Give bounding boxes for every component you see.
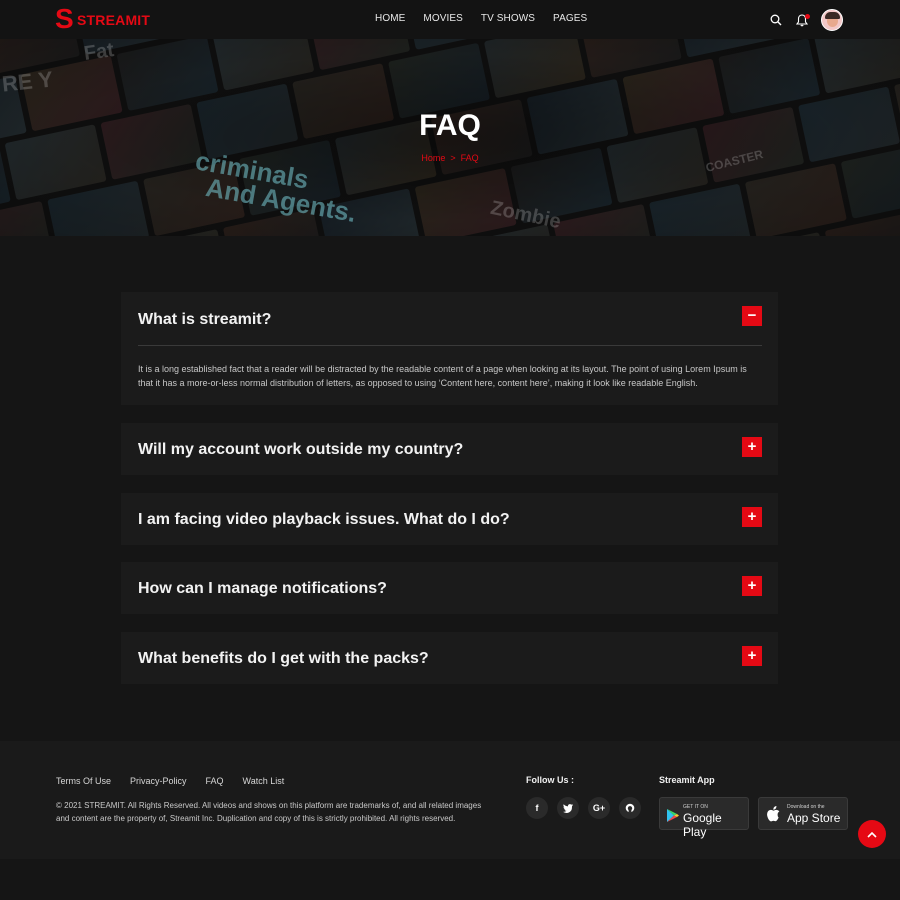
google-play-button[interactable]: GET IT ON Google Play [659,797,749,839]
faq-question[interactable]: I am facing video playback issues. What … [138,511,510,529]
poster-word: Fat [82,39,116,65]
header-actions [769,9,843,31]
expand-icon[interactable]: + [742,576,762,596]
streamit-logo[interactable]: S STREAMIT [55,3,151,34]
nav-tv-shows[interactable]: TV SHOWS [481,13,535,24]
app-store-label: App Store [787,811,841,825]
faq-item[interactable]: Will my account work outside my country?… [121,423,778,475]
breadcrumb: Home > FAQ [0,153,900,163]
nav-movies[interactable]: MOVIES [423,13,463,24]
faq-item[interactable]: What benefits do I get with the packs? + [121,632,778,684]
google-plus-icon[interactable]: G+ [588,797,610,819]
footer-link-watchlist[interactable]: Watch List [243,776,285,786]
collapse-icon[interactable]: − [742,306,762,326]
site-header: S STREAMIT HOME MOVIES TV SHOWS PAGES [0,0,900,39]
breadcrumb-current: FAQ [460,153,479,163]
page-title: FAQ [419,109,481,142]
nav-pages[interactable]: PAGES [553,13,587,24]
page-banner: Fat criminals And Agents. Zombie COASTER… [0,39,900,236]
follow-us-title: Follow Us : [526,775,574,785]
expand-icon[interactable]: + [742,437,762,457]
faq-question[interactable]: What is streamit? [138,311,271,329]
footer-link-privacy[interactable]: Privacy-Policy [130,776,187,786]
footer-links: Terms Of Use Privacy-Policy FAQ Watch Li… [56,776,303,786]
faq-divider [138,345,762,346]
faq-answer: It is a long established fact that a rea… [138,364,747,388]
faq-question[interactable]: How can I manage notifications? [138,580,387,598]
copyright-text: © 2021 STREAMIT. All Rights Reserved. Al… [56,801,482,823]
footer-link-terms[interactable]: Terms Of Use [56,776,111,786]
app-store-button[interactable]: Download on the App Store [758,797,848,830]
notification-dot [805,14,810,19]
github-icon[interactable] [619,797,641,819]
app-store-small: Download on the [787,804,825,810]
expand-icon[interactable]: + [742,507,762,527]
faq-item[interactable]: I am facing video playback issues. What … [121,493,778,545]
logo-mark: S [55,3,74,34]
breadcrumb-home[interactable]: Home [421,153,445,163]
app-title: Streamit App [659,775,715,785]
faq-question[interactable]: Will my account work outside my country? [138,441,463,459]
faq-item[interactable]: What is streamit? − It is a long establi… [121,292,778,405]
site-footer: Terms Of Use Privacy-Policy FAQ Watch Li… [0,741,900,859]
social-links: f G+ [526,797,650,819]
search-icon[interactable] [769,13,783,27]
chevron-up-icon [867,831,877,838]
apple-icon [767,806,780,822]
facebook-icon[interactable]: f [526,797,548,819]
breadcrumb-separator: > [450,153,456,163]
faq-item[interactable]: How can I manage notifications? + [121,562,778,614]
scroll-to-top-button[interactable] [858,820,886,848]
google-play-label: Google Play [683,811,722,839]
user-avatar[interactable] [821,9,843,31]
poster-word: RE Y [0,66,55,97]
main-nav: HOME MOVIES TV SHOWS PAGES [375,13,605,24]
footer-link-faq[interactable]: FAQ [206,776,224,786]
expand-icon[interactable]: + [742,646,762,666]
twitter-icon[interactable] [557,797,579,819]
nav-home[interactable]: HOME [375,13,405,24]
google-play-icon [667,809,679,822]
faq-question[interactable]: What benefits do I get with the packs? [138,650,429,668]
google-play-small: GET IT ON [683,804,708,810]
logo-text: STREAMIT [77,12,151,28]
